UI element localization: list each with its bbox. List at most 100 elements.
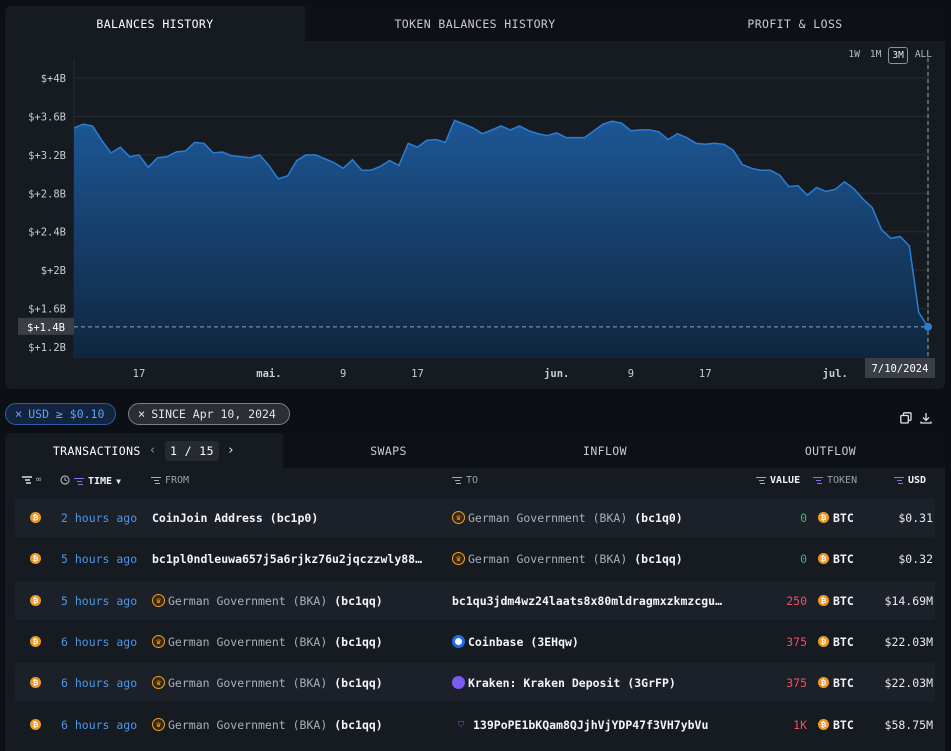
usd-filter-chip[interactable]: × USD ≥ $0.10 bbox=[5, 403, 116, 425]
clock-icon bbox=[60, 475, 70, 488]
time-link[interactable]: 6 hours ago bbox=[61, 622, 137, 661]
from-entity[interactable]: ♛ German Government (BKA) (bc1qq) bbox=[152, 705, 452, 744]
to-entity[interactable]: ♛ German Government (BKA) (bc1q0) bbox=[452, 498, 752, 537]
table-row[interactable]: ₿ 2 hours ago CoinJoin Address (bc1p0) ♛ Germ… bbox=[15, 498, 935, 537]
copy-icon[interactable] bbox=[899, 411, 913, 425]
token-cell[interactable]: ₿ BTC bbox=[818, 705, 854, 744]
tab-swaps[interactable]: SWAPS bbox=[283, 433, 494, 468]
x-tick-label: 17 bbox=[699, 368, 712, 380]
balances-chart[interactable]: $+4B $+3.6B $+3.2B $+2.8B $+2.4B $+2B $+1.6B $+… bbox=[5, 6, 945, 389]
filter-icon[interactable] bbox=[894, 476, 904, 485]
range-3m[interactable]: 3M bbox=[888, 47, 908, 64]
token-cell[interactable]: ₿ BTC bbox=[818, 539, 854, 578]
from-entity[interactable]: bc1pl0ndleuwa657j5a6rjkz76u2jqczzwly88… bbox=[152, 539, 452, 578]
value-column-header[interactable]: VALUE bbox=[756, 475, 800, 486]
download-icon[interactable] bbox=[919, 411, 933, 425]
from-entity[interactable]: CoinJoin Address (bc1p0) bbox=[152, 498, 452, 537]
y-tick-label: $+1.2B bbox=[28, 342, 66, 354]
from-tag: (bc1qq) bbox=[334, 593, 383, 608]
token-column-header[interactable]: TOKEN bbox=[813, 475, 857, 486]
to-tag: (3GrFP) bbox=[627, 675, 676, 690]
from-name: German Government (BKA) bbox=[168, 634, 328, 649]
from-entity[interactable]: ♛ German Government (BKA) (bc1qq) bbox=[152, 663, 452, 702]
to-name: German Government (BKA) bbox=[468, 510, 628, 525]
time-link[interactable]: 6 hours ago bbox=[61, 705, 137, 744]
token-cell[interactable]: ₿ BTC bbox=[818, 498, 854, 537]
from-entity[interactable]: ♛ German Government (BKA) (bc1qq) bbox=[152, 622, 452, 661]
from-entity[interactable]: ♛ German Government (BKA) (bc1qq) bbox=[152, 581, 452, 620]
token-symbol: BTC bbox=[833, 634, 854, 649]
table-row[interactable]: ₿ 6 hours ago ♛ German Government (BKA) (bc1… bbox=[15, 663, 935, 702]
y-tick-label: $+1.6B bbox=[28, 304, 66, 316]
bitcoin-icon: ₿ bbox=[818, 677, 829, 688]
time-link[interactable]: 6 hours ago bbox=[61, 663, 137, 702]
usd-column-header[interactable]: USD bbox=[894, 475, 926, 486]
to-entity[interactable]: bc1qu3jdm4wz24laats8x80mldragmxzkmzcgu… bbox=[452, 581, 752, 620]
to-entity[interactable]: Coinbase (3EHqw) bbox=[452, 622, 752, 661]
time-link[interactable]: 2 hours ago bbox=[61, 498, 137, 537]
row-filter-header[interactable]: ∞ bbox=[22, 475, 41, 485]
btc-chain-cell: ₿ bbox=[30, 498, 41, 537]
german-government-icon: ♛ bbox=[452, 552, 465, 565]
filter-icon[interactable] bbox=[22, 476, 32, 484]
table-row[interactable]: ₿ 6 hours ago ♛ German Government (BKA) (bc1… bbox=[15, 705, 935, 744]
coinbase-icon bbox=[452, 635, 465, 648]
time-column-label: TIME bbox=[88, 476, 113, 487]
token-symbol: BTC bbox=[833, 510, 854, 525]
from-column-header[interactable]: FROM bbox=[151, 475, 189, 486]
y-axis-ticks: $+4B $+3.6B $+3.2B $+2.8B $+2.4B $+2B $+1.6B $+… bbox=[28, 73, 66, 354]
to-column-header[interactable]: TO bbox=[452, 475, 478, 486]
time-column-header[interactable]: TIME ▼ bbox=[60, 475, 121, 488]
crosshair-point bbox=[924, 322, 932, 331]
filter-icon[interactable] bbox=[151, 476, 161, 485]
tab-inflow[interactable]: INFLOW bbox=[494, 433, 716, 468]
table-row[interactable]: ₿ 5 hours ago bc1pl0ndleuwa657j5a6rjkz76u2… bbox=[15, 539, 935, 578]
table-row[interactable]: ₿ 5 hours ago ♛ German Government (BKA) (bc1… bbox=[15, 581, 935, 620]
tab-transactions[interactable]: TRANSACTIONS ‹ 1 / 15 › bbox=[5, 433, 283, 468]
tab-outflow[interactable]: OUTFLOW bbox=[716, 433, 945, 468]
page-indicator: 1 / 15 bbox=[164, 440, 219, 461]
time-link[interactable]: 5 hours ago bbox=[61, 539, 137, 578]
y-tick-label: $+2.4B bbox=[28, 227, 66, 239]
filter-icon[interactable] bbox=[74, 477, 84, 486]
usd-cell: $0.31 bbox=[898, 510, 933, 525]
token-cell[interactable]: ₿ BTC bbox=[818, 581, 854, 620]
to-entity[interactable]: Kraken: Kraken Deposit (3GrFP) bbox=[452, 663, 752, 702]
close-icon[interactable]: × bbox=[15, 407, 22, 421]
x-tick-label: 9 bbox=[628, 368, 634, 380]
y-tick-label: $+2B bbox=[41, 265, 66, 277]
transaction-tabs: TRANSACTIONS ‹ 1 / 15 › SWAPS INFLOW OUT… bbox=[5, 433, 945, 468]
range-all[interactable]: ALL bbox=[912, 47, 935, 64]
value-cell: 250 bbox=[786, 593, 807, 608]
filter-icon[interactable] bbox=[756, 476, 766, 485]
range-1w[interactable]: 1W bbox=[845, 47, 862, 64]
bitcoin-icon: ₿ bbox=[30, 512, 41, 523]
prev-page-icon[interactable]: ‹ bbox=[149, 443, 157, 458]
filter-icon[interactable] bbox=[813, 476, 823, 485]
svg-text:$+1.4B: $+1.4B bbox=[27, 322, 65, 334]
to-entity[interactable]: ⛉ 139PoPE1bKQam8QJjhVjYDP47f3VH7ybVu bbox=[452, 705, 752, 744]
usd-cell: $58.75M bbox=[884, 717, 933, 732]
usd-filter-label: USD ≥ $0.10 bbox=[28, 407, 105, 421]
time-link[interactable]: 5 hours ago bbox=[61, 581, 137, 620]
from-name: bc1pl0ndleuwa657j5a6rjkz76u2jqczzwly88… bbox=[152, 551, 423, 566]
to-name: 139PoPE1bKQam8QJjhVjYDP47f3VH7ybVu bbox=[473, 717, 709, 732]
balance-area bbox=[74, 120, 928, 358]
token-cell[interactable]: ₿ BTC bbox=[818, 622, 854, 661]
since-filter-label: SINCE Apr 10, 2024 bbox=[151, 407, 276, 421]
sort-desc-icon[interactable]: ▼ bbox=[116, 477, 121, 486]
german-government-icon: ♛ bbox=[152, 594, 165, 607]
token-cell[interactable]: ₿ BTC bbox=[818, 663, 854, 702]
filter-icon[interactable] bbox=[452, 476, 462, 485]
bitcoin-icon: ₿ bbox=[30, 677, 41, 688]
token-symbol: BTC bbox=[833, 593, 854, 608]
table-row[interactable]: ₿ 6 hours ago ♛ German Government (BKA) (bc1… bbox=[15, 622, 935, 661]
next-page-icon[interactable]: › bbox=[227, 443, 235, 458]
kraken-icon bbox=[452, 676, 465, 689]
bitcoin-icon: ₿ bbox=[818, 512, 829, 523]
range-1m[interactable]: 1M bbox=[867, 47, 884, 64]
close-icon[interactable]: × bbox=[138, 407, 145, 421]
to-entity[interactable]: ♛ German Government (BKA) (bc1qq) bbox=[452, 539, 752, 578]
since-filter-chip[interactable]: × SINCE Apr 10, 2024 bbox=[128, 403, 290, 425]
from-name: German Government (BKA) bbox=[168, 717, 328, 732]
